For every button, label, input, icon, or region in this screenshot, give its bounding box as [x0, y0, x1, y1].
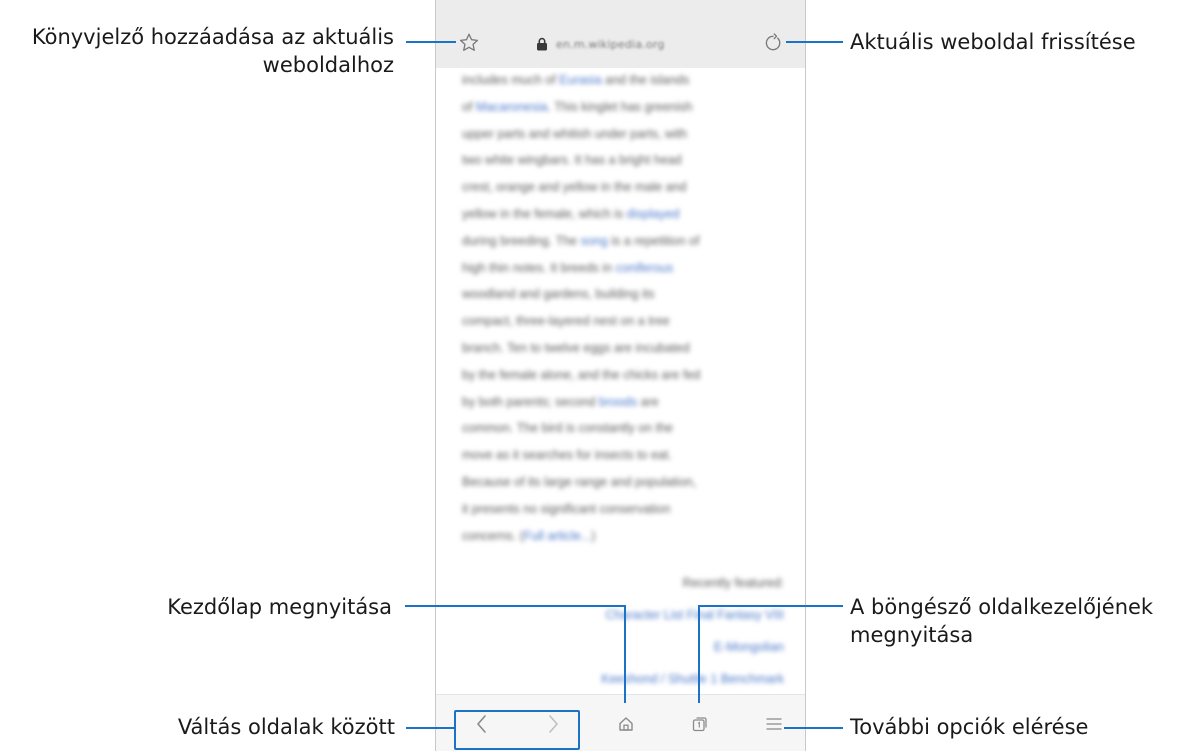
article-line: woodland and gardens, building its [462, 281, 784, 308]
article-text: common. The bird is constantly on the [462, 421, 673, 436]
article-text: ) [591, 528, 596, 543]
article-paragraph: includes much of Eurasia and the islands… [462, 67, 784, 549]
article-line: high thin notes. It breeds in coniferous [462, 255, 784, 282]
article-text: it presents no significant conservation [462, 501, 671, 516]
article-link[interactable]: Macaronesia [476, 100, 548, 114]
callout-tabs-line1: A böngésző oldalkezelőjének [850, 595, 1154, 619]
refresh-leader [786, 41, 843, 43]
callout-home: Kezdőlap megnyitása [167, 595, 392, 619]
home-leader [405, 605, 626, 607]
article-text: concerns. ( [462, 528, 524, 543]
featured-link[interactable]: Keeshond / Shuttle 1 Benchmark [462, 663, 784, 695]
callout-bookmark-line1: Könyvjelző hozzáadása az aktuális [31, 25, 394, 49]
article-text: by the female alone, and the chicks are … [462, 367, 701, 382]
refresh-icon[interactable] [763, 33, 783, 53]
article-link[interactable]: displayed [627, 207, 680, 221]
article-line: compact, three-layered nest on a tree [462, 308, 784, 335]
more-leader [784, 727, 843, 729]
article-line: move as it searches for insects to eat. [462, 442, 784, 469]
article-link[interactable]: broods [599, 395, 637, 409]
article-text: high thin notes. It breeds in [462, 260, 616, 275]
star-icon[interactable] [459, 33, 479, 52]
article-line: by both parents; second broods are [462, 389, 784, 416]
callout-more: További opciók elérése [850, 715, 1089, 739]
article-text: two white wingbars. It has a bright head [462, 153, 682, 168]
callout-tabs-line2: megnyitása [850, 623, 974, 647]
tabs-leader-vertical [698, 605, 700, 703]
article-text: yellow in the female, which is [462, 206, 627, 221]
article-text: are [637, 394, 659, 409]
article-line: branch. Ten to twelve eggs are incubated [462, 335, 784, 362]
article-text: is a repetition of [607, 233, 700, 248]
navigation-buttons-highlight [454, 710, 580, 750]
article-link[interactable]: Full article... [524, 529, 591, 543]
page-content: includes much of Eurasia and the islands… [462, 67, 784, 695]
navigate-leader [406, 727, 454, 729]
article-line: common. The bird is constantly on the [462, 415, 784, 442]
recently-featured-block: Recently featured: Character List Final … [462, 567, 784, 695]
article-text: Because of its large range and populatio… [462, 474, 697, 489]
bookmark-leader [406, 41, 456, 43]
article-line: by the female alone, and the chicks are … [462, 362, 784, 389]
article-line: of Macaronesia. This kinglet has greenis… [462, 94, 784, 121]
menu-icon[interactable] [766, 716, 782, 732]
tabs-icon[interactable] [692, 716, 708, 732]
callout-bookmark-line2: weboldalhoz [262, 53, 394, 77]
article-line: crest, orange and yellow in the male and [462, 174, 784, 201]
featured-link[interactable]: E-Mongolian [462, 631, 784, 663]
home-icon[interactable] [618, 716, 634, 732]
article-text: compact, three-layered nest on a tree [462, 314, 670, 329]
article-text: of [462, 99, 476, 114]
tabs-leader [698, 605, 843, 607]
callout-refresh: Aktuális weboldal frissítése [850, 30, 1136, 54]
article-line: upper parts and whitish under parts, wit… [462, 121, 784, 148]
article-line: two white wingbars. It has a bright head [462, 147, 784, 174]
article-text: upper parts and whitish under parts, wit… [462, 126, 688, 141]
article-text: woodland and gardens, building its [462, 287, 655, 302]
home-leader-vertical [624, 605, 626, 703]
article-text: crest, orange and yellow in the male and [462, 180, 687, 195]
url-bar: en.m.wikipedia.org [436, 0, 805, 68]
article-text: . This kinglet has greenish [547, 99, 693, 114]
article-text: by both parents; second [462, 394, 599, 409]
article-line: it presents no significant conservation [462, 496, 784, 523]
article-text: includes much of [462, 73, 560, 87]
article-link[interactable]: coniferous [616, 261, 674, 275]
article-line: includes much of Eurasia and the islands [462, 67, 784, 94]
article-line: yellow in the female, which is displayed [462, 201, 784, 228]
article-text: branch. Ten to twelve eggs are incubated [462, 340, 690, 355]
address-field[interactable]: en.m.wikipedia.org [536, 35, 736, 53]
article-line: concerns. (Full article...) [462, 523, 784, 550]
browser-screen: en.m.wikipedia.org includes much of Eura… [435, 0, 806, 751]
url-text: en.m.wikipedia.org [556, 37, 665, 51]
article-link[interactable]: Eurasia [559, 73, 601, 87]
article-text: and the islands [601, 73, 690, 87]
callout-navigate: Váltás oldalak között [177, 715, 395, 739]
article-link[interactable]: song [581, 234, 608, 248]
article-text: move as it searches for insects to eat. [462, 448, 672, 463]
lock-icon [537, 37, 547, 51]
recently-featured-heading: Recently featured: [682, 576, 784, 591]
callout-tabs: A böngésző oldalkezelőjének megnyitása [850, 593, 1153, 649]
callout-bookmark: Könyvjelző hozzáadása az aktuális webold… [32, 23, 394, 79]
article-line: Because of its large range and populatio… [462, 469, 784, 496]
article-text: during breeding. The [462, 233, 581, 248]
article-line: during breeding. The song is a repetitio… [462, 228, 784, 255]
